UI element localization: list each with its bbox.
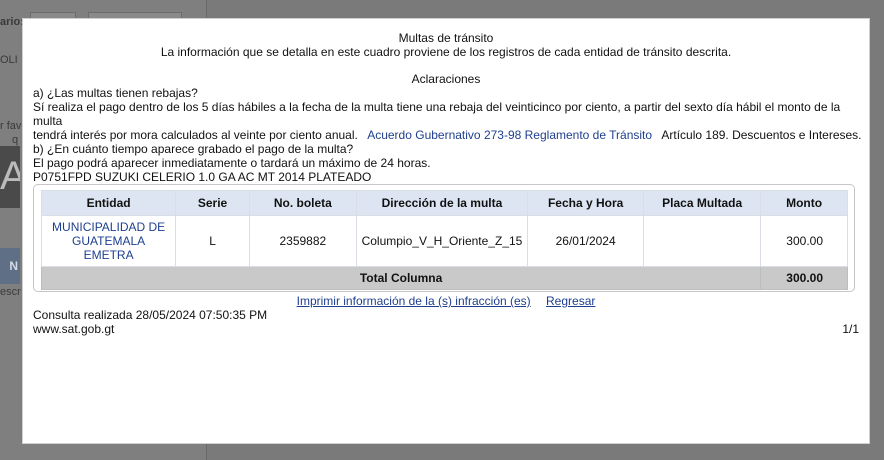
entidad-line1: MUNICIPALIDAD DE (52, 220, 166, 234)
header-boleta: No. boleta (248, 190, 357, 216)
answer-a-article: Artículo 189. Descuentos e Intereses. (661, 128, 862, 142)
table-header-row: Entidad Serie No. boleta Dirección de la… (40, 190, 848, 216)
background-button: N (0, 248, 20, 284)
back-link[interactable]: Regresar (546, 294, 595, 308)
question-b: b) ¿En cuánto tiempo aparece grabado el … (33, 142, 354, 156)
cell-monto: 300.00 (760, 215, 848, 267)
cell-fecha: 26/01/2024 (527, 215, 645, 267)
background-text-oli: OLI (0, 54, 18, 66)
background-text-fav: r fav (0, 120, 22, 132)
answer-a-line2: tendrá interés por mora calculados al ve… (33, 128, 863, 142)
entidad-line3: EMETRA (83, 248, 134, 262)
cell-serie: L (175, 215, 250, 267)
page-indicator: 1/1 (842, 322, 859, 336)
cell-direccion: Columpio_V_H_Oriente_Z_15 (355, 215, 529, 267)
header-placa: Placa Multada (643, 190, 762, 216)
background-label: ario: (0, 16, 24, 28)
cell-entidad: MUNICIPALIDAD DE GUATEMALA EMETRA (40, 215, 177, 267)
cell-placa (643, 215, 762, 267)
footer-url: www.sat.gob.gt (33, 322, 115, 336)
question-a: a) ¿Las multas tienen rebajas? (33, 86, 198, 100)
modal-title: Multas de tránsito (398, 31, 494, 45)
action-links: Imprimir información de la (s) infracció… (23, 294, 869, 308)
background-text-escr: escr (0, 286, 21, 298)
header-serie: Serie (175, 190, 250, 216)
vehicle-info: P0751FPD SUZUKI CELERIO 1.0 GA AC MT 201… (33, 170, 372, 184)
fines-table-container: Entidad Serie No. boleta Dirección de la… (33, 184, 855, 292)
answer-b: El pago podrá aparecer inmediatamente o … (33, 156, 431, 170)
header-direccion: Dirección de la multa (355, 190, 529, 216)
aclaraciones-heading: Aclaraciones (411, 72, 481, 86)
modal-subtitle: La información que se detalla en este cu… (160, 45, 732, 59)
background-text-q: q (12, 134, 19, 146)
background-image: A (0, 146, 20, 208)
fines-modal: Multas de tránsito La información que se… (22, 18, 870, 444)
cell-boleta: 2359882 (248, 215, 357, 267)
faq-section: a) ¿Las multas tienen rebajas? Sí realiz… (33, 86, 863, 170)
fines-table: Entidad Serie No. boleta Dirección de la… (40, 190, 848, 290)
print-link[interactable]: Imprimir información de la (s) infracció… (297, 294, 531, 308)
total-value: 300.00 (760, 266, 848, 290)
regulation-link[interactable]: Acuerdo Gubernativo 273-98 Reglamento de… (367, 128, 652, 142)
total-label: Total Columna (40, 266, 762, 290)
header-fecha: Fecha y Hora (527, 190, 645, 216)
table-total-row: Total Columna 300.00 (40, 266, 848, 290)
table-row: MUNICIPALIDAD DE GUATEMALA EMETRA L 2359… (40, 215, 848, 267)
answer-a-line1: Sí realiza el pago dentro de los 5 días … (33, 100, 841, 128)
entidad-line2: GUATEMALA (72, 234, 146, 248)
answer-a-text: tendrá interés por mora calculados al ve… (33, 128, 358, 142)
query-timestamp: Consulta realizada 28/05/2024 07:50:35 P… (33, 308, 268, 322)
header-monto: Monto (760, 190, 848, 216)
header-entidad: Entidad (40, 190, 177, 216)
